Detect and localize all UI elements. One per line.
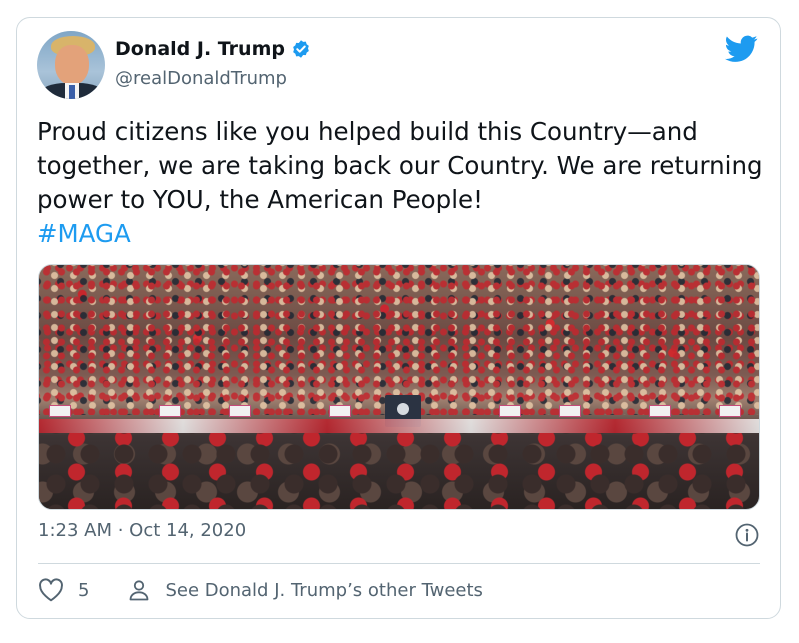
tweet-actions: 5 See Donald J. Trump’s other Tweets: [38, 575, 483, 605]
twitter-bird-icon[interactable]: [725, 35, 758, 63]
crowd-background: [39, 265, 759, 415]
stage-bunting: [39, 419, 759, 433]
tweet-text: Proud citizens like you helped build thi…: [37, 115, 767, 251]
like-count[interactable]: 5: [78, 580, 89, 601]
avatar-face: [55, 45, 89, 85]
tweet-media-photo[interactable]: [38, 264, 760, 510]
hashtag-link[interactable]: #MAGA: [37, 217, 767, 251]
author-name-row[interactable]: Donald J. Trump: [115, 38, 311, 60]
tweet-timestamp[interactable]: 1:23 AM · Oct 14, 2020: [38, 520, 246, 541]
action-divider: [38, 563, 760, 564]
crowd-foreground: [39, 433, 759, 509]
person-icon[interactable]: [127, 578, 151, 602]
info-icon[interactable]: [735, 523, 759, 547]
author-handle[interactable]: @realDonaldTrump: [115, 68, 287, 89]
author-name[interactable]: Donald J. Trump: [115, 38, 285, 60]
verified-badge-icon: [293, 40, 309, 58]
heart-icon[interactable]: [38, 578, 64, 602]
avatar-tie: [69, 85, 75, 99]
tweet-card[interactable]: Donald J. Trump @realDonaldTrump Proud c…: [16, 17, 781, 619]
author-avatar[interactable]: [37, 31, 105, 99]
see-other-tweets-link[interactable]: See Donald J. Trump’s other Tweets: [165, 580, 482, 601]
tweet-body: Proud citizens like you helped build thi…: [37, 117, 763, 214]
